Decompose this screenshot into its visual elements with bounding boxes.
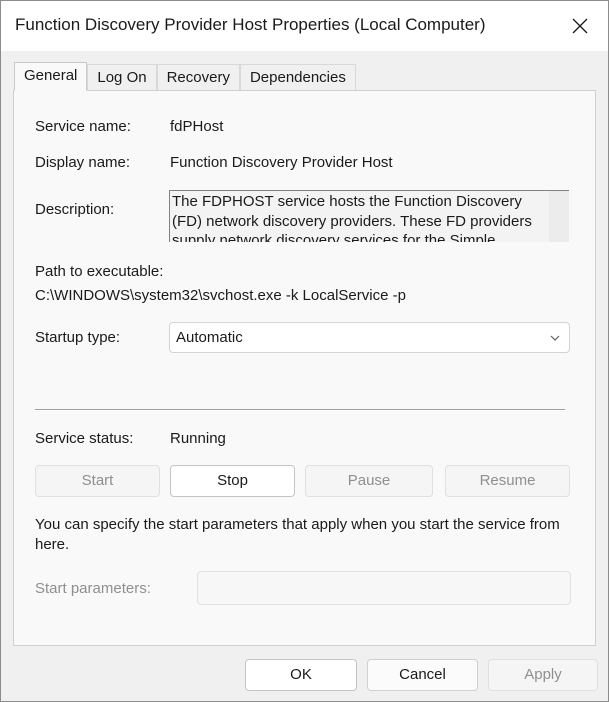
dialog-client-area: General Log On Recovery Dependencies Ser… (1, 51, 608, 701)
resume-button[interactable]: Resume (445, 465, 570, 497)
service-properties-window: Function Discovery Provider Host Propert… (0, 0, 609, 702)
description-text: The FDPHOST service hosts the Function D… (172, 193, 532, 242)
apply-button[interactable]: Apply (488, 659, 598, 691)
startup-type-value: Automatic (176, 329, 243, 346)
display-name-label: Display name: (35, 154, 131, 171)
title-bar: Function Discovery Provider Host Propert… (1, 1, 608, 51)
startup-type-dropdown[interactable]: Automatic (169, 322, 570, 353)
path-value: C:\WINDOWS\system32\svchost.exe -k Local… (35, 287, 406, 304)
service-name-value: fdPHost (170, 118, 224, 135)
tab-log-on[interactable]: Log On (87, 64, 157, 90)
service-status-label: Service status: (35, 430, 134, 447)
description-scrollbar[interactable] (549, 191, 569, 242)
tab-recovery[interactable]: Recovery (156, 64, 240, 90)
start-parameters-input[interactable] (197, 571, 571, 605)
display-name-value: Function Discovery Provider Host (170, 154, 393, 171)
section-divider (35, 409, 565, 411)
window-title: Function Discovery Provider Host Propert… (15, 15, 486, 34)
start-parameters-label: Start parameters: (35, 580, 151, 597)
close-button[interactable] (560, 7, 600, 45)
cancel-button[interactable]: Cancel (367, 659, 478, 691)
general-tab-panel: Service name: fdPHost Display name: Func… (13, 90, 596, 646)
service-name-label: Service name: (35, 118, 131, 135)
stop-button[interactable]: Stop (170, 465, 295, 497)
description-label: Description: (35, 201, 115, 218)
description-textbox[interactable]: The FDPHOST service hosts the Function D… (169, 190, 569, 242)
pause-button[interactable]: Pause (305, 465, 433, 497)
startup-type-label: Startup type: (35, 329, 121, 346)
close-icon (572, 18, 588, 34)
start-button[interactable]: Start (35, 465, 160, 497)
start-params-info-text: You can specify the start parameters tha… (35, 516, 560, 553)
ok-button[interactable]: OK (245, 659, 357, 691)
tab-strip: General Log On Recovery Dependencies (14, 62, 356, 91)
tab-dependencies[interactable]: Dependencies (239, 64, 356, 90)
chevron-down-icon (550, 335, 560, 341)
service-status-value: Running (170, 430, 226, 447)
path-label: Path to executable: (35, 263, 164, 280)
tab-general[interactable]: General (14, 62, 88, 91)
